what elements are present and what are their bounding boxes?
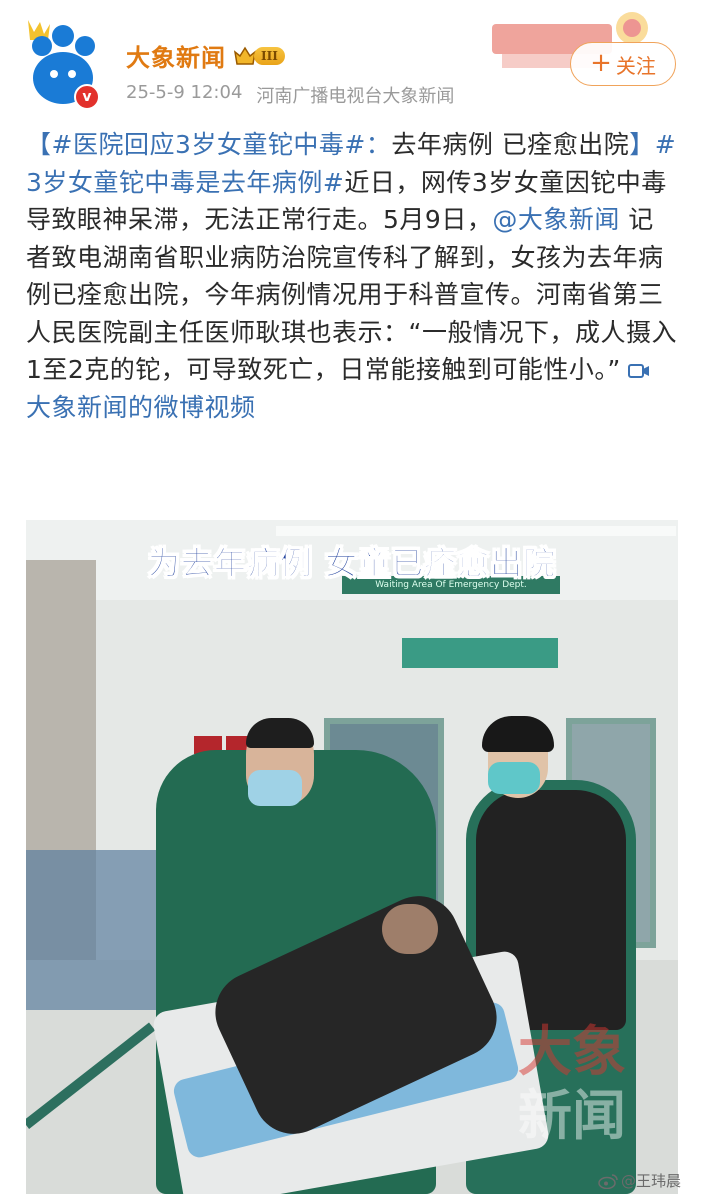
video-watermark-line: 大象: [518, 1020, 626, 1083]
video-scene-bed: [26, 850, 176, 1010]
video-watermark-line: 新闻: [518, 1084, 626, 1147]
video-scene-hair: [246, 718, 314, 748]
video-link-icon: [627, 364, 649, 378]
level-badge: III: [234, 46, 285, 66]
video-player[interactable]: Waiting Area Of Emergency Dept. 为去年病例 女童…: [26, 520, 678, 1194]
hashtag-link[interactable]: 【#医院回应3岁女童铊中毒#：: [26, 130, 391, 159]
video-scene-light: [276, 526, 676, 536]
video-scene-mask: [248, 770, 302, 806]
post-source: 河南广播电视台大象新闻: [256, 86, 455, 107]
verified-v-icon: v: [74, 84, 100, 110]
account-name-row: 大象新闻 III: [126, 38, 285, 73]
post-timestamp: 25-5-9 12:04: [126, 82, 243, 103]
crown-icon: [234, 46, 256, 65]
video-watermark: 大象 新闻: [518, 1020, 668, 1148]
post-text-segment: 去年病例 已痊愈出院: [391, 130, 630, 159]
follow-label: 关注: [615, 53, 656, 78]
video-scene-mask: [488, 762, 540, 794]
follow-button[interactable]: + 关注: [570, 42, 676, 86]
account-name[interactable]: 大象新闻: [126, 38, 226, 73]
post-meta: 25-5-9 12:04 河南广播电视台大象新闻: [126, 82, 454, 108]
level-label: III: [254, 46, 285, 65]
video-caption: 为去年病例 女童已痊愈出院: [147, 544, 557, 583]
video-scene-patient-head: [382, 904, 438, 954]
video-scene-panel: [402, 638, 558, 668]
video-link-label: 大象新闻的微博视频: [26, 392, 256, 422]
plus-icon: +: [590, 47, 612, 78]
post-header: v 大象新闻 III 25-5-9 12:04 河南广播电视台大象新闻 + 关注: [0, 0, 701, 120]
weibo-logo-icon: [598, 1173, 618, 1189]
mention-link[interactable]: @大象新闻: [492, 205, 620, 234]
post-body: 【#医院回应3岁女童铊中毒#：去年病例 已痊愈出院】#3岁女童铊中毒是去年病例#…: [26, 126, 678, 426]
page-watermark-text: @王玮晨: [621, 1172, 682, 1190]
page-watermark: @王玮晨: [598, 1170, 681, 1191]
